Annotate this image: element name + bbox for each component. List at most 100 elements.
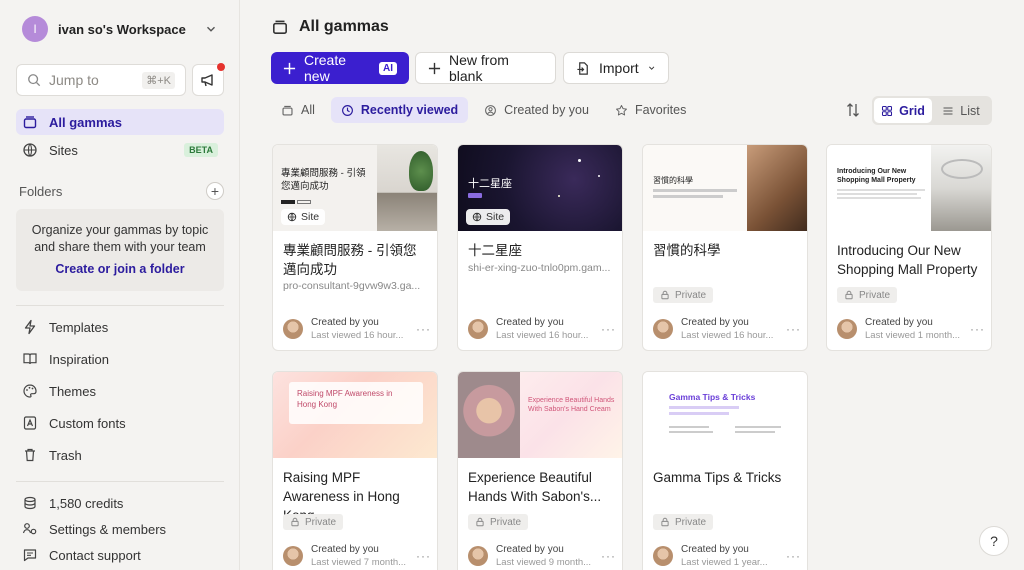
site-badge-label: Site	[301, 211, 320, 223]
chat-icon	[23, 549, 37, 562]
view-toggle: Grid List	[872, 96, 992, 125]
notification-dot	[217, 63, 225, 71]
more-options-icon[interactable]: ···	[970, 322, 985, 336]
filter-all[interactable]: All	[271, 97, 325, 123]
card-footer: Created by you Last viewed 16 hour... ··…	[468, 316, 616, 342]
more-options-icon[interactable]: ···	[601, 322, 616, 336]
more-options-icon[interactable]: ···	[416, 322, 431, 336]
sort-icon[interactable]	[845, 102, 861, 118]
card-last-viewed: Last viewed 16 hour...	[311, 330, 404, 341]
more-options-icon[interactable]: ···	[416, 549, 431, 563]
filter-recently-viewed[interactable]: Recently viewed	[330, 97, 469, 123]
workspace-avatar: I	[22, 16, 48, 42]
filter-favorites[interactable]: Favorites	[605, 97, 696, 123]
lock-icon	[661, 290, 669, 300]
filter-tabs: All Recently viewed Created by you Favor…	[271, 97, 702, 123]
folders-empty-state: Organize your gammas by topic and share …	[16, 209, 224, 291]
card-title: 習慣的科學	[653, 243, 721, 258]
new-from-blank-button[interactable]: New from blank	[415, 52, 556, 84]
card-thumbnail: Experience Beautiful Hands With Sabon's …	[458, 372, 622, 458]
search-icon	[28, 74, 41, 87]
private-badge: Private	[653, 514, 714, 530]
card-url: shi-er-xing-zuo-tnlo0pm.gam...	[468, 262, 611, 274]
plus-icon	[283, 62, 296, 74]
folders-title: Folders	[19, 183, 63, 199]
create-new-button[interactable]: Create new AI	[271, 52, 409, 84]
sidebar-item-label: Templates	[49, 319, 109, 335]
thumbnail-text: Raising MPF Awareness in Hong Kong	[297, 389, 393, 409]
lock-icon	[661, 517, 669, 527]
card-creator: Created by you	[496, 317, 564, 328]
card-title: Experience Beautiful Hands With Sabon's.…	[468, 470, 602, 504]
private-badge: Private	[837, 287, 898, 303]
plus-icon: +	[210, 183, 220, 199]
gamma-card[interactable]: Gamma Tips & Tricks Gamma Tips & Tricks …	[642, 371, 808, 570]
sidebar-item-contact-support[interactable]: Contact support	[16, 542, 224, 568]
chevron-down-icon	[648, 66, 655, 70]
ai-badge: AI	[379, 61, 397, 75]
plus-icon	[428, 62, 441, 74]
sidebar-item-label: Contact support	[49, 547, 141, 563]
sidebar-item-inspiration[interactable]: Inspiration	[16, 346, 224, 372]
help-icon: ?	[990, 533, 998, 549]
filter-label: Recently viewed	[360, 103, 459, 117]
gamma-card[interactable]: 習慣的科學 習慣的科學 Private Created by you Last …	[642, 144, 808, 351]
announcements-button[interactable]	[192, 63, 225, 96]
sidebar-item-custom-fonts[interactable]: Custom fonts	[16, 410, 224, 436]
private-badge: Private	[653, 287, 714, 303]
card-thumbnail: Gamma Tips & Tricks	[643, 372, 807, 458]
search-placeholder: Jump to	[49, 72, 99, 88]
sidebar-item-sites[interactable]: Sites BETA	[16, 137, 224, 163]
sidebar-item-templates[interactable]: Templates	[16, 314, 224, 340]
card-last-viewed: Last viewed 1 month...	[865, 330, 961, 341]
sidebar: I ivan so's Workspace Jump to ⌘+K All ga…	[0, 0, 240, 570]
view-list-label: List	[960, 103, 980, 118]
card-last-viewed: Last viewed 9 month...	[496, 557, 592, 568]
card-creator: Created by you	[865, 317, 933, 328]
star-icon	[616, 104, 627, 115]
sidebar-item-trash[interactable]: Trash	[16, 442, 224, 468]
gamma-card[interactable]: Introducing Our New Shopping Mall Proper…	[826, 144, 992, 351]
sidebar-item-credits[interactable]: 1,580 credits	[16, 490, 224, 516]
workspace-switcher[interactable]: I ivan so's Workspace	[22, 16, 218, 42]
privacy-label: Private	[490, 516, 522, 528]
avatar	[468, 319, 488, 339]
gamma-card[interactable]: 專業顧問服務 - 引領您邁向成功 Site 專業顧問服務 - 引領您邁向成功 p…	[272, 144, 438, 351]
help-button[interactable]: ?	[979, 526, 1009, 556]
more-options-icon[interactable]: ···	[786, 322, 801, 336]
card-title: Introducing Our New Shopping Mall Proper…	[837, 243, 978, 277]
card-thumbnail: Raising MPF Awareness in Hong Kong	[273, 372, 437, 458]
view-list-button[interactable]: List	[932, 98, 990, 123]
lock-icon	[291, 517, 299, 527]
font-icon	[23, 416, 37, 430]
gamma-card[interactable]: 十二星座 Site 十二星座 shi-er-xing-zuo-tnlo0pm.g…	[457, 144, 623, 351]
sidebar-item-label: All gammas	[49, 114, 122, 130]
card-last-viewed: Last viewed 7 month...	[311, 557, 407, 568]
sidebar-item-themes[interactable]: Themes	[16, 378, 224, 404]
gamma-card[interactable]: Raising MPF Awareness in Hong Kong Raisi…	[272, 371, 438, 570]
thumbnail-text: Introducing Our New Shopping Mall Proper…	[837, 168, 916, 184]
more-options-icon[interactable]: ···	[601, 549, 616, 563]
new-from-blank-label: New from blank	[449, 52, 509, 84]
filter-created-by-you[interactable]: Created by you	[474, 97, 599, 123]
filter-label: Favorites	[634, 103, 687, 117]
more-options-icon[interactable]: ···	[786, 549, 801, 563]
sidebar-item-all-gammas[interactable]: All gammas	[16, 109, 224, 135]
beta-badge: BETA	[184, 143, 218, 157]
create-folder-link[interactable]: Create or join a folder	[16, 262, 224, 276]
view-grid-button[interactable]: Grid	[874, 98, 932, 123]
divider	[16, 481, 224, 482]
main-content: All gammas Create new AI New from blank …	[241, 0, 1024, 570]
card-thumbnail: Introducing Our New Shopping Mall Proper…	[827, 145, 991, 231]
card-title: Gamma Tips & Tricks	[653, 470, 782, 485]
globe-icon	[472, 212, 482, 222]
add-folder-button[interactable]: +	[206, 182, 224, 200]
cards-stack-icon	[273, 20, 287, 34]
grid-icon	[882, 105, 893, 116]
sidebar-item-settings[interactable]: Settings & members	[16, 516, 224, 542]
import-button[interactable]: Import	[563, 52, 669, 84]
private-badge: Private	[283, 514, 344, 530]
gamma-card[interactable]: Experience Beautiful Hands With Sabon's …	[457, 371, 623, 570]
search-input[interactable]: Jump to ⌘+K	[16, 64, 186, 96]
globe-icon	[23, 143, 37, 157]
